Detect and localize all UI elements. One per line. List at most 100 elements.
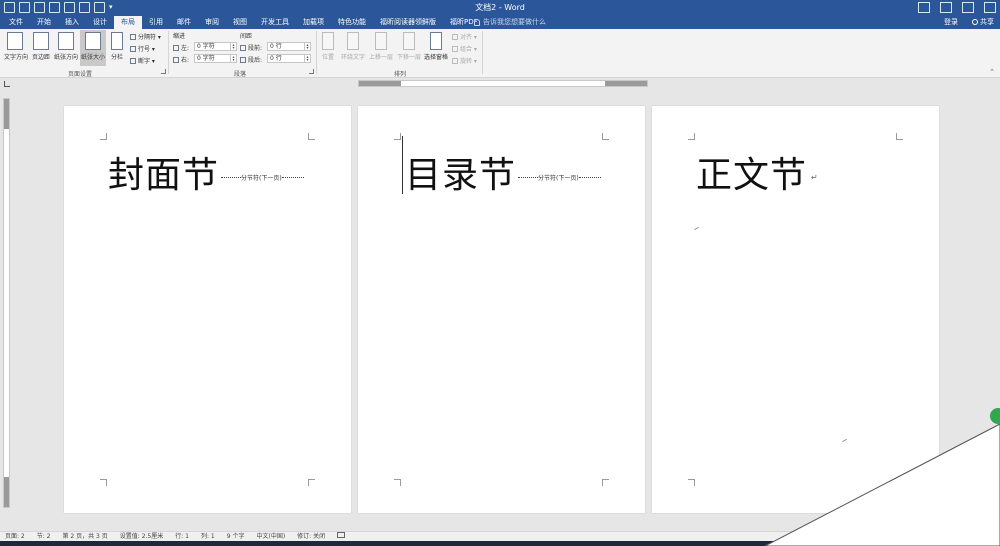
tab-review[interactable]: 审阅 [198, 16, 226, 29]
align-button[interactable]: 对齐 ▾ [452, 32, 477, 41]
spacing-after-field[interactable]: 0 行 ▴ ▾ [267, 54, 311, 63]
macro-record-icon[interactable] [337, 532, 346, 538]
columns-button[interactable]: 分栏 [108, 32, 126, 61]
status-word-count[interactable]: 9 个字 [227, 532, 245, 541]
spacing-before-field[interactable]: 0 行 ▴ ▾ [267, 42, 311, 51]
send-backward-button[interactable]: 下移一层 [396, 32, 422, 61]
hyphenation-button[interactable]: 断字 ▾ [130, 56, 155, 65]
collapse-ribbon-icon[interactable]: ⌃ [989, 68, 995, 76]
tab-selector-icon[interactable] [4, 81, 10, 87]
share-button[interactable]: 共享 [972, 16, 994, 29]
size-button[interactable]: 纸张大小 [80, 30, 106, 66]
tab-home[interactable]: 开始 [30, 16, 58, 29]
spacing-before-value: 0 行 [270, 43, 282, 50]
line-numbers-label: 行号 [138, 46, 151, 53]
undo-icon[interactable] [79, 2, 90, 13]
wrap-text-button[interactable]: 环绕文字 [340, 32, 366, 61]
customize-toolbar-icon[interactable]: ▾ [109, 2, 115, 13]
ruler-bottom-margin [4, 477, 9, 507]
paragraph-launcher-icon[interactable] [309, 69, 314, 74]
horizontal-ruler[interactable] [358, 80, 648, 87]
group-label-page-setup: 页面设置 [67, 71, 92, 78]
spacing-after-icon [240, 57, 246, 63]
tab-developer[interactable]: 开发工具 [254, 16, 296, 29]
hyphenation-label: 断字 [138, 58, 151, 65]
spinner-icon[interactable]: ▴ ▾ [304, 55, 310, 62]
tab-references[interactable]: 引用 [142, 16, 170, 29]
group-label-arrange: 排列 [393, 71, 406, 78]
tab-mailings[interactable]: 邮件 [170, 16, 198, 29]
status-position[interactable]: 设置值: 2.5厘米 [120, 532, 163, 541]
new-document-icon[interactable] [19, 2, 30, 13]
group-separator [316, 31, 317, 74]
open-icon[interactable] [34, 2, 45, 13]
tab-layout[interactable]: 布局 [114, 16, 142, 29]
crop-mark [308, 479, 315, 486]
redo-icon[interactable] [94, 2, 105, 13]
spinner-icon[interactable]: ▴ ▾ [230, 43, 236, 50]
orientation-button[interactable]: 纸张方向 [54, 32, 78, 61]
status-line[interactable]: 行: 1 [175, 532, 189, 541]
print-preview-icon[interactable] [64, 2, 75, 13]
page-setup-launcher-icon[interactable] [161, 69, 166, 74]
bring-forward-button[interactable]: 上移一层 [368, 32, 394, 61]
ribbon-display-options-icon[interactable] [918, 2, 930, 13]
document-page[interactable]: 正文节 ↵ [652, 106, 939, 513]
line-numbers-button[interactable]: 行号 ▾ [130, 44, 155, 53]
crop-mark [896, 133, 903, 140]
status-page[interactable]: 页面: 2 [5, 532, 25, 541]
tab-foxit-reader[interactable]: 福昕阅读器领鲜版 [373, 16, 443, 29]
group-objects-button[interactable]: 组合 ▾ [452, 44, 477, 53]
minimize-icon[interactable] [940, 2, 952, 13]
status-track-changes[interactable]: 修订: 关闭 [297, 532, 325, 541]
indent-right-label: 右: [173, 55, 189, 64]
position-button[interactable]: 位置 [320, 32, 336, 61]
indent-heading: 缩进 [173, 33, 186, 40]
close-icon[interactable] [984, 2, 996, 13]
status-language[interactable]: 中文(中国) [256, 532, 285, 541]
align-icon [452, 34, 458, 40]
margins-button[interactable]: 页边距 [30, 32, 52, 61]
spinner-icon[interactable]: ▴ ▾ [230, 55, 236, 62]
sign-in-link[interactable]: 登录 [944, 16, 958, 29]
document-page[interactable]: 封面节 分节符(下一页) [64, 106, 351, 513]
tab-view[interactable]: 视图 [226, 16, 254, 29]
tell-me-search[interactable]: 告诉我您想要做什么 [474, 16, 546, 29]
crop-mark [688, 479, 695, 486]
paragraph-mark-icon [842, 438, 847, 443]
section-break-marker: 分节符(下一页) [518, 173, 601, 182]
selection-pane-icon [430, 32, 442, 50]
lightbulb-icon [474, 19, 480, 26]
document-page[interactable]: 目录节 分节符(下一页) [358, 106, 645, 513]
tab-featured[interactable]: 特色功能 [331, 16, 373, 29]
window-controls [918, 2, 996, 13]
ruler-left-margin [359, 81, 401, 86]
status-column[interactable]: 列: 1 [201, 532, 215, 541]
indent-right-field[interactable]: 0 字符 ▴ ▾ [194, 54, 237, 63]
crop-mark [308, 133, 315, 140]
crop-mark [602, 133, 609, 140]
text-direction-icon [7, 32, 23, 50]
spacing-heading: 间距 [240, 33, 253, 40]
tell-me-placeholder: 告诉我您想要做什么 [483, 18, 546, 26]
tab-insert[interactable]: 插入 [58, 16, 86, 29]
wrap-text-label: 环绕文字 [340, 54, 365, 61]
spellcheck-icon[interactable] [49, 2, 60, 13]
indent-right-value: 0 字符 [197, 55, 215, 62]
vertical-ruler[interactable] [3, 98, 10, 508]
floating-status-icon[interactable] [990, 408, 1000, 424]
indent-left-field[interactable]: 0 字符 ▴ ▾ [194, 42, 237, 51]
breaks-button[interactable]: 分隔符 ▾ [130, 32, 161, 41]
save-icon[interactable] [4, 2, 15, 13]
group-objects-label: 组合 [460, 46, 473, 53]
tab-file[interactable]: 文件 [2, 16, 30, 29]
rotate-button[interactable]: 旋转 ▾ [452, 56, 477, 65]
tab-addins[interactable]: 加载项 [296, 16, 331, 29]
restore-icon[interactable] [962, 2, 974, 13]
text-direction-button[interactable]: 文字方向 [4, 32, 28, 61]
status-page-of[interactable]: 第 2 页，共 3 页 [63, 532, 108, 541]
selection-pane-button[interactable]: 选择窗格 [423, 32, 449, 61]
spinner-icon[interactable]: ▴ ▾ [304, 43, 310, 50]
status-section[interactable]: 节: 2 [37, 532, 51, 541]
tab-design[interactable]: 设计 [86, 16, 114, 29]
